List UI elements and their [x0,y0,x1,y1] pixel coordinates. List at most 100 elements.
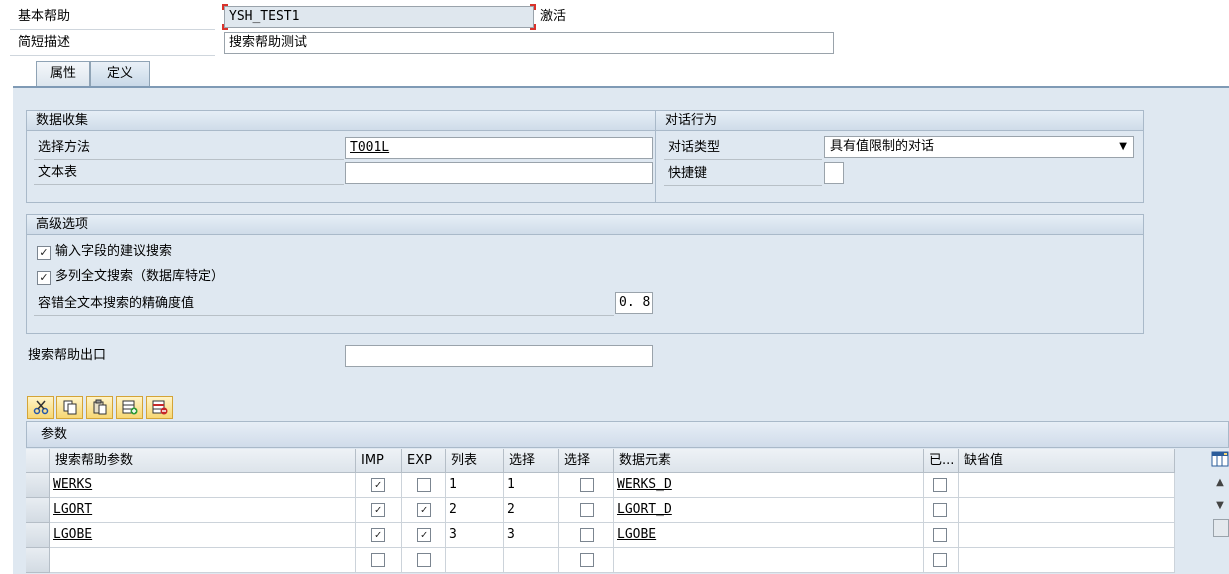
dropdown-arrow-icon: ▼ [1119,141,1127,152]
default-cell[interactable] [959,548,1175,573]
exp-checkbox[interactable]: ✓ [417,528,431,542]
param-cell[interactable] [50,548,356,573]
data-element-name: LGOBE [617,527,657,542]
fulltext-search-checkbox[interactable]: ✓ [37,271,51,285]
row-selector[interactable] [26,548,50,573]
exp-cell [402,473,446,498]
sel-disp-checkbox[interactable] [580,528,594,542]
text-table-field[interactable] [345,162,653,184]
param-name: LGOBE [53,527,93,542]
list-pos-cell[interactable]: 2 [446,498,504,523]
list-pos-cell[interactable]: 1 [446,473,504,498]
col-header-param[interactable]: 搜索帮助参数 [50,449,356,473]
exp-checkbox[interactable]: ✓ [417,503,431,517]
paste-icon [92,399,108,419]
sel-disp-cell [559,498,614,523]
tab-definition[interactable]: 定义 [90,61,150,86]
cut-button[interactable] [27,396,54,419]
param-cell[interactable]: LGORT [50,498,356,523]
default-cell[interactable] [959,498,1175,523]
short-desc-field[interactable]: 搜索帮助测试 [224,32,834,54]
scroll-up-button[interactable]: ▲ [1211,474,1229,492]
col-header-imp[interactable]: IMP [356,449,402,473]
row-selector[interactable] [26,498,50,523]
proposal-search-checkbox[interactable]: ✓ [37,246,51,260]
exp-cell [402,548,446,573]
exp-checkbox[interactable] [417,478,431,492]
col-header-data-element[interactable]: 数据元素 [614,449,924,473]
imp-checkbox[interactable]: ✓ [371,528,385,542]
modified-checkbox[interactable] [933,503,947,517]
selection-method-field[interactable]: T001L [345,137,653,159]
scroll-down-button[interactable]: ▼ [1211,497,1229,515]
arrow-down-icon: ▼ [1216,500,1224,511]
data-element-cell[interactable]: LGORT_D [614,498,924,523]
selection-method-label: 选择方法 [38,140,91,155]
insert-row-icon [122,400,138,419]
imp-cell: ✓ [356,523,402,548]
row-selector[interactable] [26,473,50,498]
col-header-sel-pos[interactable]: 选择 [504,449,559,473]
modified-cell [924,548,959,573]
dialog-type-select[interactable]: 具有值限制的对话 ▼ [824,136,1134,158]
copy-button[interactable] [56,396,83,419]
sel-disp-checkbox[interactable] [580,503,594,517]
col-header-sel-disp[interactable]: 选择 [559,449,614,473]
default-cell[interactable] [959,523,1175,548]
param-cell[interactable]: LGOBE [50,523,356,548]
sel-pos-cell[interactable]: 3 [504,523,559,548]
delete-row-button[interactable] [146,396,173,419]
basic-help-label: 基本帮助 [18,9,71,24]
modified-checkbox[interactable] [933,553,947,567]
col-header-default[interactable]: 缺省值 [959,449,1175,473]
tab-attributes[interactable]: 属性 [36,61,90,86]
data-element-cell[interactable] [614,548,924,573]
col-header-list-pos[interactable]: 列表 [446,449,504,473]
modified-checkbox[interactable] [933,478,947,492]
search-help-name-field[interactable]: YSH_TEST1 [224,6,534,28]
accuracy-label: 容错全文本搜索的精确度值 [38,296,195,311]
imp-checkbox[interactable]: ✓ [371,478,385,492]
exp-checkbox[interactable] [417,553,431,567]
divider [34,159,344,160]
hotkey-field[interactable] [824,162,844,184]
data-element-cell[interactable]: WERKS_D [614,473,924,498]
sel-disp-checkbox[interactable] [580,553,594,567]
sel-disp-checkbox[interactable] [580,478,594,492]
list-pos-cell[interactable]: 3 [446,523,504,548]
required-marker [530,4,536,10]
delete-row-icon [152,400,168,419]
insert-row-button[interactable] [116,396,143,419]
status-text: 激活 [540,9,567,24]
col-header-exp[interactable]: EXP [402,449,446,473]
scrollbar-thumb[interactable] [1213,519,1229,537]
params-table-title: 参数 [26,421,1229,448]
param-cell[interactable]: WERKS [50,473,356,498]
divider [10,29,215,30]
modified-cell [924,523,959,548]
sel-pos-cell[interactable]: 2 [504,498,559,523]
search-help-exit-field[interactable] [345,345,653,367]
list-pos-cell[interactable] [446,548,504,573]
imp-checkbox[interactable] [371,553,385,567]
imp-checkbox[interactable]: ✓ [371,503,385,517]
select-all-header[interactable] [26,449,50,473]
divider [10,55,215,56]
accuracy-field[interactable]: 0. 8 [615,292,653,314]
fulltext-search-label: 多列全文搜索（数据库特定） [55,269,225,284]
data-element-name: LGORT_D [617,502,672,517]
col-header-modified[interactable]: 已... [924,449,959,473]
default-cell[interactable] [959,473,1175,498]
required-marker [222,4,228,10]
sel-disp-cell [559,523,614,548]
data-element-cell[interactable]: LGOBE [614,523,924,548]
column-settings-button[interactable] [1211,450,1229,468]
row-selector[interactable] [26,523,50,548]
sel-disp-cell [559,548,614,573]
modified-cell [924,498,959,523]
modified-checkbox[interactable] [933,528,947,542]
sel-pos-cell[interactable]: 1 [504,473,559,498]
sel-pos-cell[interactable] [504,548,559,573]
paste-button[interactable] [86,396,113,419]
group-title: 数据收集 [27,111,655,131]
